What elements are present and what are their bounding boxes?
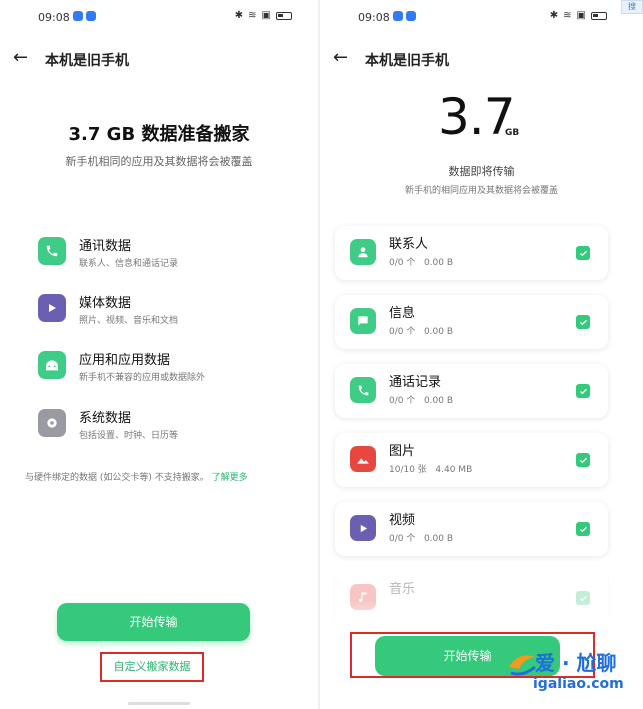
battery-icon (591, 12, 607, 20)
item-meta: 0/0 个 0.00 B (389, 396, 454, 406)
checkbox-icon[interactable] (576, 384, 590, 398)
gear-icon (38, 409, 66, 437)
checkbox-icon[interactable] (576, 453, 590, 467)
phone-icon (38, 237, 66, 265)
screen-icon: ▣ (576, 10, 586, 21)
page-title: 本机是旧手机 (365, 53, 449, 69)
checkbox-icon[interactable] (576, 246, 590, 260)
list-item-call-log[interactable]: 通话记录 0/0 个 0.00 B (335, 364, 608, 418)
category-desc: 照片、视频、音乐和文档 (79, 316, 179, 326)
message-icon (350, 308, 376, 334)
custom-transfer-link[interactable]: 自定义搬家数据 (100, 652, 204, 682)
list-item-messages[interactable]: 信息 0/0 个 0.00 B (335, 295, 608, 349)
item-meta: 10/10 张 4.40 MB (389, 465, 473, 475)
app-notification-icon (406, 11, 416, 21)
item-meta: 0/0 个 0.00 B (389, 327, 454, 337)
checkbox-icon[interactable] (576, 315, 590, 329)
wifi-icon: ≋ (563, 10, 572, 21)
item-name: 信息 (389, 306, 416, 321)
category-name: 系统数据 (79, 411, 132, 426)
header: ← 本机是旧手机 (0, 48, 318, 70)
item-name: 联系人 (389, 237, 429, 252)
item-name: 视频 (389, 513, 416, 528)
item-name: 图片 (389, 444, 416, 459)
list-item-contacts[interactable]: 联系人 0/0 个 0.00 B (335, 226, 608, 280)
bluetooth-icon: ✱ (549, 10, 559, 21)
photo-icon (350, 446, 376, 472)
category-desc: 联系人、信息和通话记录 (79, 259, 179, 269)
header: ← 本机是旧手机 (320, 48, 643, 70)
category-apps: 应用和应用数据 新手机不兼容的应用或数据除外 (38, 351, 288, 391)
notification-icons (73, 11, 96, 21)
watermark-url: igaliao.com (533, 676, 624, 692)
status-bar: 09:08 ✱ ≋ ▣ (0, 8, 318, 28)
app-notification-icon (73, 11, 83, 21)
category-communication: 通讯数据 联系人、信息和通话记录 (38, 237, 288, 277)
back-arrow-icon[interactable]: ← (333, 48, 348, 68)
watermark: 爱 · 尬聊 igaliao.com (505, 643, 643, 703)
status-time: 09:08 (358, 11, 390, 24)
video-icon (350, 515, 376, 541)
transfer-size-title: 3.7 GB 数据准备搬家 (68, 124, 250, 145)
category-name: 应用和应用数据 (79, 353, 171, 368)
android-icon (38, 351, 66, 379)
page-title: 本机是旧手机 (45, 53, 129, 69)
category-desc: 新手机不兼容的应用或数据除外 (79, 373, 206, 383)
item-name: 音乐 (389, 582, 416, 597)
item-meta: 0/0 个 0.00 B (389, 258, 454, 268)
battery-icon (276, 12, 292, 20)
back-arrow-icon[interactable]: ← (13, 48, 28, 68)
hardware-note-text: 与硬件绑定的数据 (如公交卡等) 不支持搬家。 (25, 473, 209, 483)
category-media: 媒体数据 照片、视频、音乐和文档 (38, 294, 288, 334)
play-icon (38, 294, 66, 322)
notification-icons (393, 11, 416, 21)
old-phone-transfer-screen: 09:08 ✱ ≋ ▣ ← 本机是旧手机 3.7 GB 数据即将传输 新手机的相… (320, 0, 643, 709)
screen-icon: ▣ (261, 10, 271, 21)
app-notification-icon (393, 11, 403, 21)
app-notification-icon (86, 11, 96, 21)
learn-more-link[interactable]: 了解更多 (212, 473, 248, 483)
item-meta: 0/0 个 0.00 B (389, 534, 454, 544)
category-name: 通讯数据 (79, 239, 132, 254)
gesture-bar (128, 702, 190, 705)
transfer-size-unit: GB (505, 128, 520, 138)
transfer-size-number: 3.7 (438, 88, 516, 146)
list-item-videos[interactable]: 视频 0/0 个 0.00 B (335, 502, 608, 556)
category-name: 媒体数据 (79, 296, 132, 311)
status-time: 09:08 (38, 11, 70, 24)
contact-icon (350, 239, 376, 265)
wifi-icon: ≋ (248, 10, 257, 21)
list-item-photos[interactable]: 图片 10/10 张 4.40 MB (335, 433, 608, 487)
transfer-label: 数据即将传输 (448, 165, 515, 178)
old-phone-summary-screen: 09:08 ✱ ≋ ▣ ← 本机是旧手机 3.7 GB 数据准备搬家 新手机相同… (0, 0, 318, 709)
category-system: 系统数据 包括设置、时钟、日历等 (38, 409, 288, 449)
overwrite-warning: 新手机相同的应用及其数据将会被覆盖 (65, 155, 253, 168)
overwrite-warning: 新手机的相同应用及其数据将会被覆盖 (404, 186, 558, 196)
category-desc: 包括设置、时钟、日历等 (79, 431, 179, 441)
start-transfer-button[interactable]: 开始传输 (57, 603, 250, 641)
checkbox-icon[interactable] (576, 522, 590, 536)
item-name: 通话记录 (389, 375, 442, 390)
system-icons: ✱ ≋ ▣ (550, 10, 607, 22)
watermark-title: 爱 · 尬聊 (535, 651, 617, 675)
hardware-note: 与硬件绑定的数据 (如公交卡等) 不支持搬家。 了解更多 (25, 470, 248, 483)
bluetooth-icon: ✱ (234, 10, 244, 21)
corner-tag: 搜 (621, 0, 643, 14)
system-icons: ✱ ≋ ▣ (235, 10, 292, 22)
phone-icon (350, 377, 376, 403)
status-bar: 09:08 ✱ ≋ ▣ (320, 8, 643, 28)
